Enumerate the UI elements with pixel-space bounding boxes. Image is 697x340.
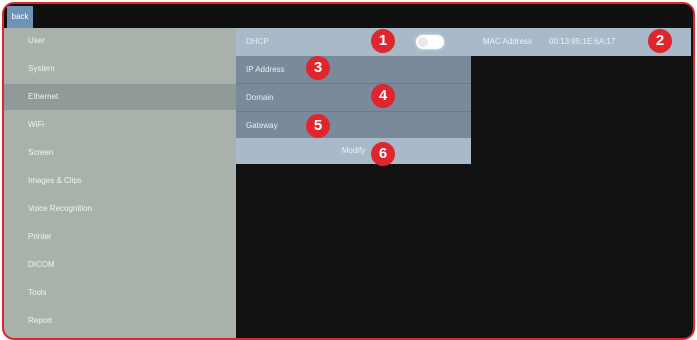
dhcp-toggle[interactable] <box>416 35 444 49</box>
sidebar-item-screen[interactable]: Screen <box>4 140 236 166</box>
sidebar-item-dicom[interactable]: DICOM <box>4 252 236 278</box>
sidebar-item-tools[interactable]: Tools <box>4 280 236 306</box>
back-button[interactable]: back <box>7 6 33 28</box>
callout-badge-2: 2 <box>648 29 672 53</box>
callout-badge-1: 1 <box>371 29 395 53</box>
callout-badge-4: 4 <box>371 84 395 108</box>
dhcp-row: DHCP <box>236 28 471 56</box>
gateway-field[interactable]: Gateway <box>236 112 471 140</box>
mac-address-label: MAC Address <box>483 37 532 46</box>
mac-address-value: 00:13:95:1E:6A:17 <box>549 37 616 46</box>
ip-address-field[interactable]: IP Address <box>236 56 471 84</box>
device-screen-frame: back User System Ethernet WiFi Screen Im… <box>2 2 695 340</box>
modify-button[interactable]: Modify <box>236 138 471 164</box>
dhcp-label: DHCP <box>246 37 269 46</box>
sidebar-item-printer[interactable]: Printer <box>4 224 236 250</box>
top-bar: back <box>4 4 693 28</box>
sidebar-item-system[interactable]: System <box>4 56 236 82</box>
settings-sidebar: User System Ethernet WiFi Screen Images … <box>4 28 236 338</box>
sidebar-item-report[interactable]: Report <box>4 308 236 334</box>
callout-badge-5: 5 <box>306 114 330 138</box>
callout-badge-3: 3 <box>306 56 330 80</box>
sidebar-item-wifi[interactable]: WiFi <box>4 112 236 138</box>
callout-badge-6: 6 <box>371 142 395 166</box>
sidebar-item-ethernet[interactable]: Ethernet <box>4 84 236 110</box>
sidebar-item-images-clips[interactable]: Images & Clips <box>4 168 236 194</box>
ethernet-settings-panel: DHCP IP Address Domain Gateway <box>236 28 471 140</box>
domain-field[interactable]: Domain <box>236 84 471 112</box>
sidebar-item-user[interactable]: User <box>4 28 236 54</box>
toggle-knob <box>418 37 428 47</box>
sidebar-item-voice-recognition[interactable]: Voice Recognition <box>4 196 236 222</box>
